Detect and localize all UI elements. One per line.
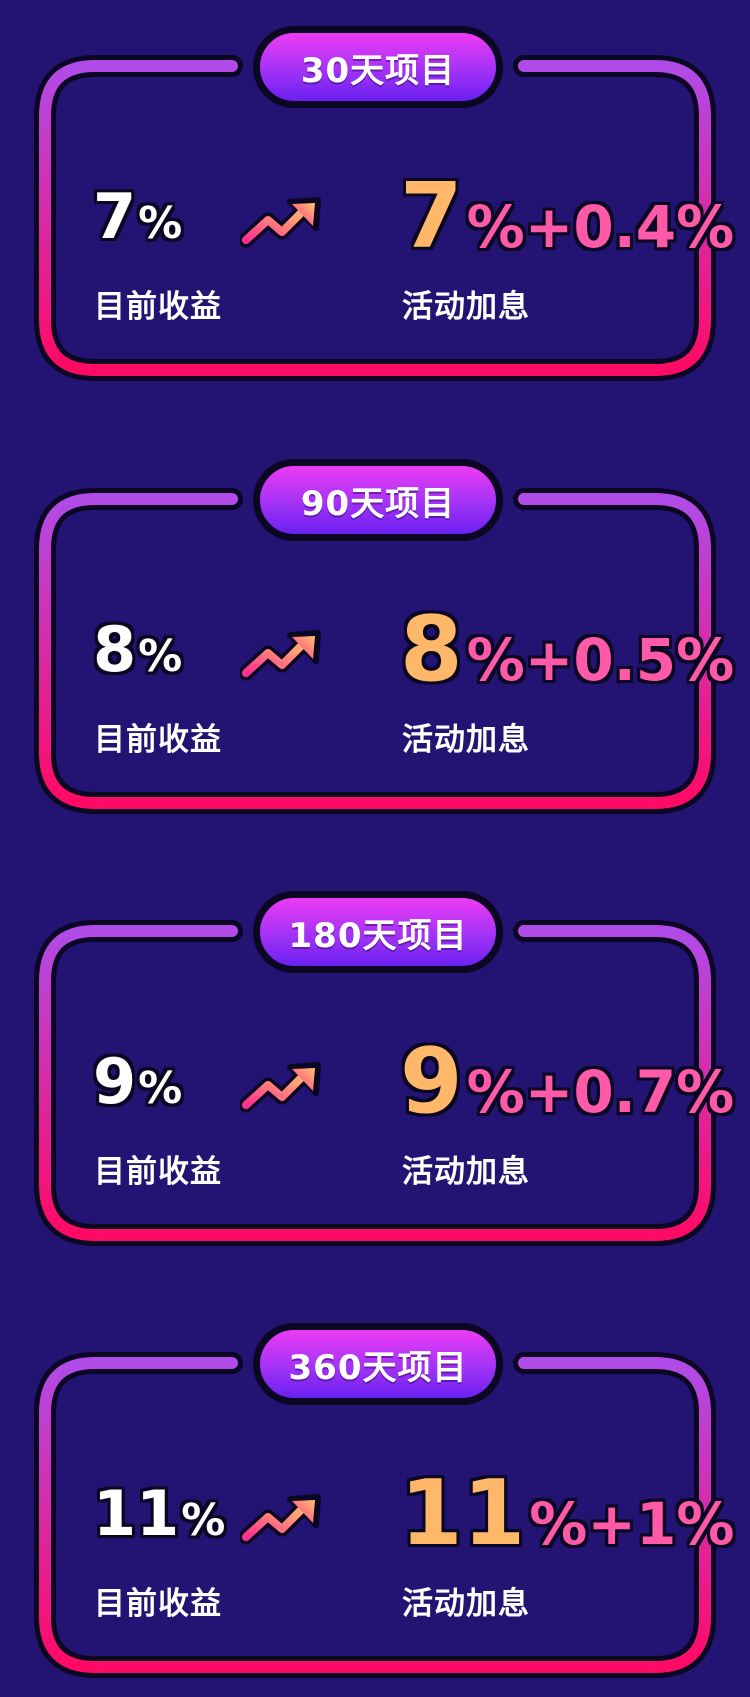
bonus-rate: 9 %+0.7% [400,1037,734,1127]
bonus-rate-label: 活动加息 [402,289,530,325]
current-rate-label: 目前收益 [94,289,222,325]
current-rate: 9 % [93,1051,182,1131]
current-rate-label: 目前收益 [94,722,222,758]
project-card-30[interactable]: 30天项目 7 % 7 %+0.4% 目前收益 活动加息 [0,0,750,400]
current-rate-label: 目前收益 [94,1154,222,1190]
current-rate-unit: % [181,1495,226,1546]
trend-up-arrow-icon [240,630,321,681]
current-rate-unit: % [138,631,183,682]
trend-up-arrow-icon [240,197,321,248]
current-rate: 7 % [93,186,182,266]
current-rate-value: 7 [93,180,137,253]
project-title-badge: 90天项目 [253,459,503,541]
bonus-rate-extra: %+0.5% [466,626,735,694]
project-title-badge: 180天项目 [253,891,503,973]
bonus-rate-extra: %+1% [529,1490,735,1558]
bonus-rate-extra: %+0.7% [466,1058,735,1126]
trend-up-arrow-icon [240,1062,321,1113]
project-title-badge: 30天项目 [253,26,503,108]
project-title: 30天项目 [300,50,456,91]
trend-up-arrow-icon [240,1494,321,1545]
current-rate-value: 9 [93,1045,137,1118]
current-rate-unit: % [138,1063,183,1114]
project-card-360[interactable]: 360天项目 11 % 11 %+1% 目前收益 活动加息 [0,1297,750,1697]
bonus-rate-label: 活动加息 [402,1154,530,1190]
project-title-badge: 360天项目 [253,1323,503,1405]
bonus-rate-extra: %+0.4% [466,193,735,261]
bonus-rate-base: 9 [400,1029,463,1134]
bonus-rate: 8 %+0.5% [400,605,734,695]
bonus-rate-label: 活动加息 [402,722,530,758]
project-card-180[interactable]: 180天项目 9 % 9 %+0.7% 目前收益 活动加息 [0,865,750,1265]
current-rate-unit: % [138,198,183,249]
project-title: 180天项目 [288,915,468,956]
bonus-rate-label: 活动加息 [402,1586,530,1622]
current-rate: 8 % [93,619,182,699]
bonus-rate-base: 7 [400,164,463,269]
bonus-rate: 11 %+1% [400,1469,734,1559]
current-rate-label: 目前收益 [94,1586,222,1622]
bonus-rate: 7 %+0.4% [400,172,734,262]
current-rate-value: 8 [93,613,137,686]
current-rate-value: 11 [93,1477,180,1550]
bonus-rate-base: 11 [400,1461,526,1566]
project-title: 90天项目 [300,483,456,524]
project-title: 360天项目 [288,1347,468,1388]
bonus-rate-base: 8 [400,597,463,702]
current-rate: 11 % [93,1483,225,1563]
project-card-90[interactable]: 90天项目 8 % 8 %+0.5% 目前收益 活动加息 [0,433,750,833]
